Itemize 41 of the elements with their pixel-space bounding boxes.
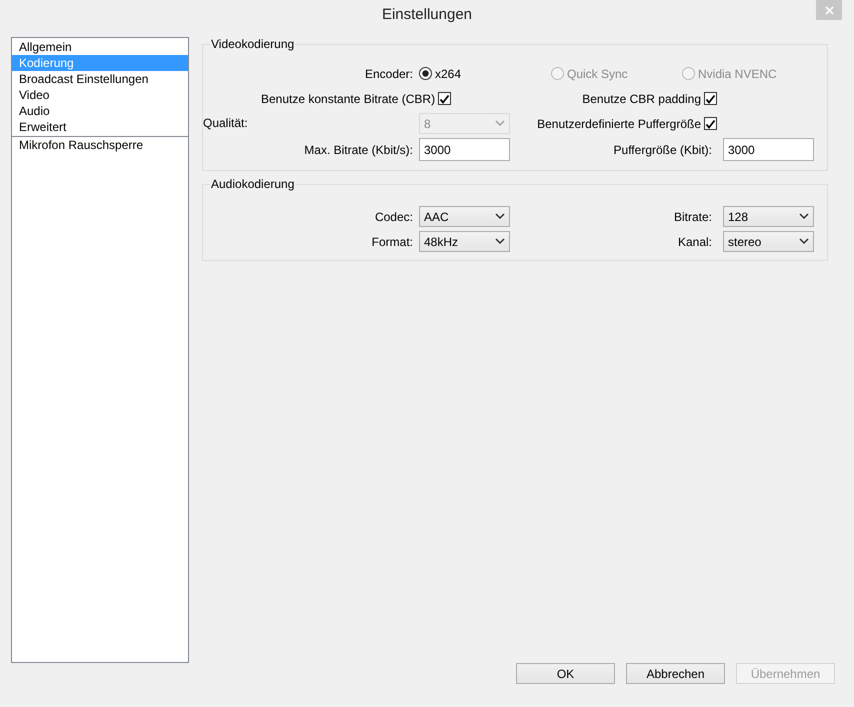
dropdown[interactable]: 128 <box>723 206 814 227</box>
field-label: Encoder: <box>364 66 414 80</box>
radio-label: x264 <box>435 66 462 80</box>
dialog-button[interactable]: OK <box>516 663 615 684</box>
category-item[interactable]: Erweitert <box>12 119 188 135</box>
dropdown[interactable]: 48kHz <box>419 231 510 252</box>
field-label: Bitrate: <box>672 210 713 224</box>
chevron-icon <box>495 213 505 220</box>
dialog-button[interactable]: Abbrechen <box>626 663 725 684</box>
category-item[interactable]: Broadcast Einstellungen <box>12 71 188 87</box>
dropdown[interactable]: stereo <box>723 231 814 252</box>
checkbox[interactable] <box>438 92 452 105</box>
chevron-icon <box>495 120 505 127</box>
group-title: Audiokodierung <box>210 177 296 191</box>
radio-button[interactable] <box>419 67 432 80</box>
field-label: Puffergröße (Kbit): <box>612 142 713 156</box>
text-field[interactable]: 3000 <box>419 138 510 161</box>
text-field[interactable]: 3000 <box>723 138 814 161</box>
category-item[interactable]: Allgemein <box>12 39 188 55</box>
field-label: Benutze konstante Bitrate (CBR) <box>261 92 436 106</box>
group-title: Videokodierung <box>210 37 296 51</box>
chevron-icon <box>799 213 809 220</box>
close-icon <box>824 6 834 14</box>
window-title: Einstellungen <box>382 6 472 22</box>
category-item[interactable]: Audio <box>12 103 188 119</box>
chevron-icon <box>799 238 809 245</box>
field-label: Qualität: <box>203 115 249 132</box>
field-label: Format: <box>370 234 414 248</box>
radio-label: Quick Sync <box>567 66 628 80</box>
category-item[interactable]: Video <box>12 87 188 103</box>
field-label: Kanal: <box>676 234 713 248</box>
field-label: Benutze CBR padding <box>582 92 701 106</box>
field-label: Max. Bitrate (Kbit/s): <box>303 142 414 156</box>
category-item[interactable]: Mikrofon Rauschsperre <box>12 136 188 152</box>
checkbox[interactable] <box>704 92 717 105</box>
checkbox[interactable] <box>704 117 717 130</box>
dropdown[interactable]: AAC <box>419 206 510 227</box>
radio-label: Nvidia NVENC <box>698 66 777 80</box>
field-label: Benutzerdefinierte Puffergröße <box>537 116 701 130</box>
field-label: Codec: <box>374 210 414 224</box>
chevron-icon <box>495 238 505 245</box>
